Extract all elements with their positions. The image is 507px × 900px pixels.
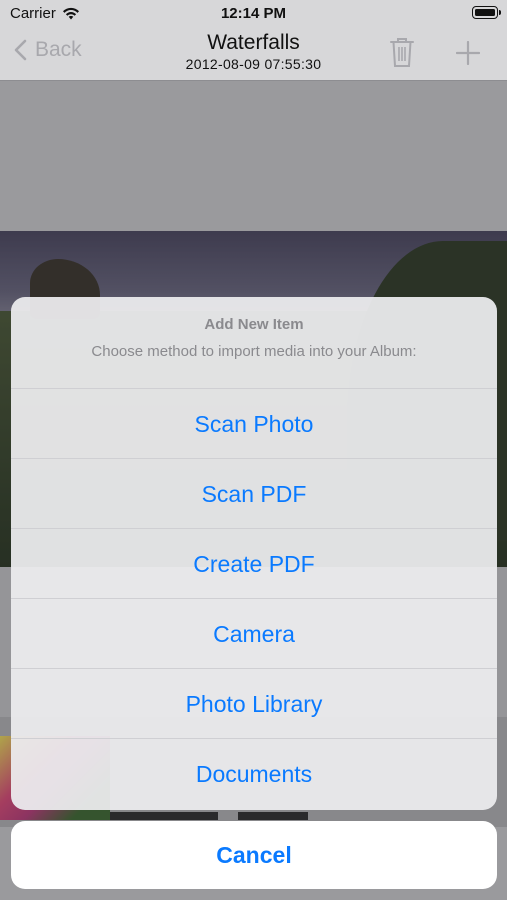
page-title: Waterfalls [207, 31, 300, 54]
plus-icon[interactable] [456, 41, 480, 65]
camera-button[interactable]: Camera [11, 599, 497, 669]
cancel-button[interactable]: Cancel [11, 821, 497, 889]
action-sheet-title: Add New Item [204, 316, 304, 333]
nav-title-group: Waterfalls 2012-08-09 07:55:30 [0, 31, 507, 72]
battery-icon [472, 6, 501, 19]
create-pdf-button[interactable]: Create PDF [11, 529, 497, 599]
scan-photo-button[interactable]: Scan Photo [11, 389, 497, 459]
action-sheet: Add New Item Choose method to import med… [11, 297, 497, 810]
action-sheet-header: Add New Item Choose method to import med… [11, 297, 497, 389]
navigation-bar: Back Waterfalls 2012-08-09 07:55:30 [0, 28, 507, 81]
status-bar: Carrier 12:14 PM [0, 0, 507, 28]
action-sheet-message: Choose method to import media into your … [91, 343, 417, 360]
status-time: 12:14 PM [220, 5, 287, 22]
trash-icon[interactable] [389, 36, 415, 68]
documents-button[interactable]: Documents [11, 739, 497, 809]
page-subtitle: 2012-08-09 07:55:30 [185, 56, 322, 72]
scan-pdf-button[interactable]: Scan PDF [11, 459, 497, 529]
photo-library-button[interactable]: Photo Library [11, 669, 497, 739]
